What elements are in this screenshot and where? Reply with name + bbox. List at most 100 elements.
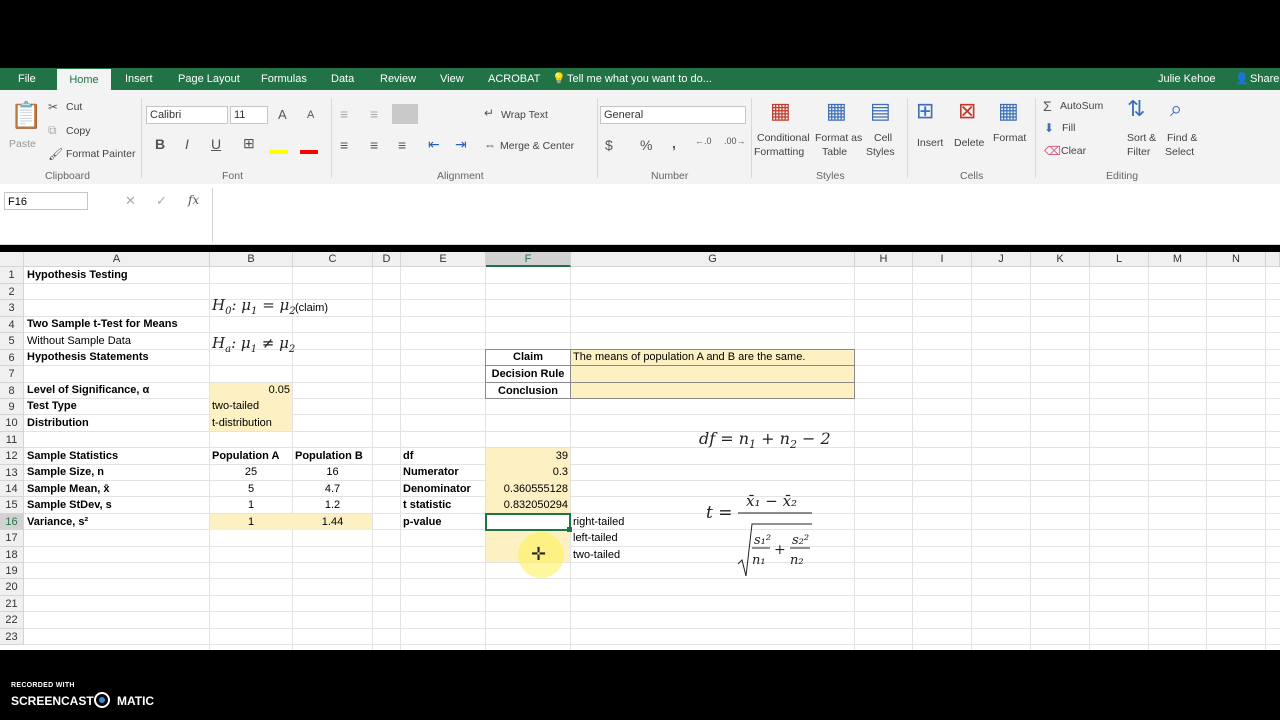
cell-c13[interactable]: 16 <box>293 464 372 480</box>
format-as-table-label-2[interactable]: Table <box>822 146 847 158</box>
conditional-formatting-label-2[interactable]: Formatting <box>754 146 804 158</box>
align-middle-icon[interactable]: ≡ <box>370 106 378 122</box>
cell-a8[interactable]: Level of Significance, α <box>25 382 151 398</box>
bold-button[interactable]: B <box>155 136 165 152</box>
cell-b12[interactable]: Population A <box>210 448 281 464</box>
increase-indent-icon[interactable]: ⇥ <box>455 136 467 153</box>
cell-styles-label-1[interactable]: Cell <box>874 132 892 144</box>
cell-f13[interactable]: 0.3 <box>486 464 570 480</box>
name-box[interactable]: F16 <box>4 192 88 210</box>
cell-f12[interactable]: 39 <box>486 448 570 464</box>
cell-a1[interactable]: Hypothesis Testing <box>25 267 130 283</box>
row-header-13[interactable]: 13 <box>0 465 24 481</box>
row-header-15[interactable]: 15 <box>0 497 24 514</box>
cell-g18[interactable]: two-tailed <box>571 547 622 563</box>
column-header-j[interactable]: J <box>972 252 1031 267</box>
row-header-11[interactable]: 11 <box>0 432 24 448</box>
conditional-formatting-label-1[interactable]: Conditional <box>757 132 810 144</box>
merge-center-button[interactable]: Merge & Center <box>500 140 574 152</box>
cell-b8[interactable]: 0.05 <box>210 382 292 398</box>
row-header-21[interactable]: 21 <box>0 596 24 612</box>
align-center-icon[interactable]: ≡ <box>370 137 378 153</box>
row-header-22[interactable]: 22 <box>0 612 24 629</box>
cell-a15[interactable]: Sample StDev, s <box>25 497 114 513</box>
cancel-icon[interactable]: ✕ <box>125 193 136 209</box>
row-header-19[interactable]: 19 <box>0 563 24 579</box>
underline-button[interactable]: U <box>211 136 221 152</box>
fill-color-icon[interactable] <box>270 150 288 154</box>
clear-button[interactable]: Clear <box>1061 145 1086 157</box>
cell-e8-conclusion[interactable]: Conclusion <box>486 383 570 399</box>
copy-button[interactable]: Copy <box>66 125 91 137</box>
row-header-17[interactable]: 17 <box>0 530 24 547</box>
column-header-b[interactable]: B <box>210 252 293 267</box>
cell-b16[interactable]: 1 <box>210 514 292 530</box>
cell-b10[interactable]: t-distribution <box>210 415 274 431</box>
cell-a4[interactable]: Two Sample t-Test for Means <box>25 316 180 332</box>
row-header-7[interactable]: 7 <box>0 366 24 383</box>
row-header-1[interactable]: 1 <box>0 267 24 284</box>
row-header-6[interactable]: 6 <box>0 350 24 366</box>
cell-f6-claim-text[interactable]: The means of population A and B are the … <box>571 349 807 365</box>
decrease-font-icon[interactable]: A <box>307 109 314 121</box>
row-header-3[interactable]: 3 <box>0 300 24 317</box>
find-select-label-2[interactable]: Select <box>1165 146 1194 158</box>
row-header-10[interactable]: 10 <box>0 415 24 432</box>
cell-f14[interactable]: 0.360555128 <box>486 481 570 497</box>
borders-icon[interactable]: ⊞ <box>243 135 255 152</box>
cell-c12[interactable]: Population B <box>293 448 365 464</box>
row-header-2[interactable]: 2 <box>0 284 24 300</box>
cell-e12[interactable]: df <box>401 448 415 464</box>
align-right-icon[interactable]: ≡ <box>398 137 406 153</box>
sort-filter-label-1[interactable]: Sort & <box>1127 132 1156 144</box>
font-color-icon[interactable] <box>300 150 318 154</box>
row-header-23[interactable]: 23 <box>0 629 24 645</box>
cell-b13[interactable]: 25 <box>210 464 292 480</box>
wrap-text-button[interactable]: Wrap Text <box>501 109 548 121</box>
insert-cells-button[interactable]: Insert <box>917 137 943 149</box>
user-name[interactable]: Julie Kehoe <box>1158 68 1216 90</box>
increase-decimal-icon[interactable]: ←.0 <box>695 136 712 146</box>
tab-page-layout[interactable]: Page Layout <box>178 68 240 90</box>
column-header-f[interactable]: F <box>486 252 571 267</box>
number-format-select[interactable]: General <box>600 106 746 124</box>
row-header-9[interactable]: 9 <box>0 399 24 415</box>
align-bottom-icon[interactable] <box>392 104 418 124</box>
formula-input[interactable] <box>212 188 1278 242</box>
worksheet-grid[interactable]: A B C D E F G H I J K L M N 1 2 3 4 5 6 … <box>0 252 1280 650</box>
tab-file[interactable]: File <box>18 68 36 90</box>
cell-e6-claim[interactable]: Claim <box>486 349 570 365</box>
cell-b14[interactable]: 5 <box>210 481 292 497</box>
column-header-l[interactable]: L <box>1090 252 1149 267</box>
tab-home[interactable]: Home <box>57 68 111 91</box>
enter-icon[interactable]: ✓ <box>156 193 167 209</box>
cell-f15[interactable]: 0.832050294 <box>486 497 570 513</box>
cell-e15[interactable]: t statistic <box>401 497 453 513</box>
cell-a5[interactable]: Without Sample Data <box>25 333 133 349</box>
select-all-corner[interactable] <box>0 252 24 267</box>
cell-e14[interactable]: Denominator <box>401 481 473 497</box>
cell-a13[interactable]: Sample Size, n <box>25 464 106 480</box>
cell-a6[interactable]: Hypothesis Statements <box>25 349 151 365</box>
share-button[interactable]: Share <box>1250 68 1279 90</box>
font-name-select[interactable]: Calibri <box>146 106 228 124</box>
cell-c14[interactable]: 4.7 <box>293 481 372 497</box>
column-header-n[interactable]: N <box>1207 252 1266 267</box>
format-as-table-label-1[interactable]: Format as <box>815 132 862 144</box>
cell-e7-decision-rule[interactable]: Decision Rule <box>486 366 570 382</box>
row-header-5[interactable]: 5 <box>0 333 24 350</box>
tab-review[interactable]: Review <box>380 68 416 90</box>
cell-a14[interactable]: Sample Mean, x̄ <box>25 481 112 497</box>
insert-function-icon[interactable]: fx <box>188 193 199 207</box>
row-header-12[interactable]: 12 <box>0 448 24 465</box>
sort-filter-label-2[interactable]: Filter <box>1127 146 1150 158</box>
italic-button[interactable]: I <box>185 136 189 152</box>
currency-button[interactable]: $ <box>605 137 613 153</box>
column-header-d[interactable]: D <box>373 252 401 267</box>
cell-g16[interactable]: right-tailed <box>571 514 626 530</box>
tab-formulas[interactable]: Formulas <box>261 68 307 90</box>
cell-b15[interactable]: 1 <box>210 497 292 513</box>
format-painter-button[interactable]: Format Painter <box>66 148 135 160</box>
row-header-14[interactable]: 14 <box>0 481 24 497</box>
column-header-c[interactable]: C <box>293 252 373 267</box>
